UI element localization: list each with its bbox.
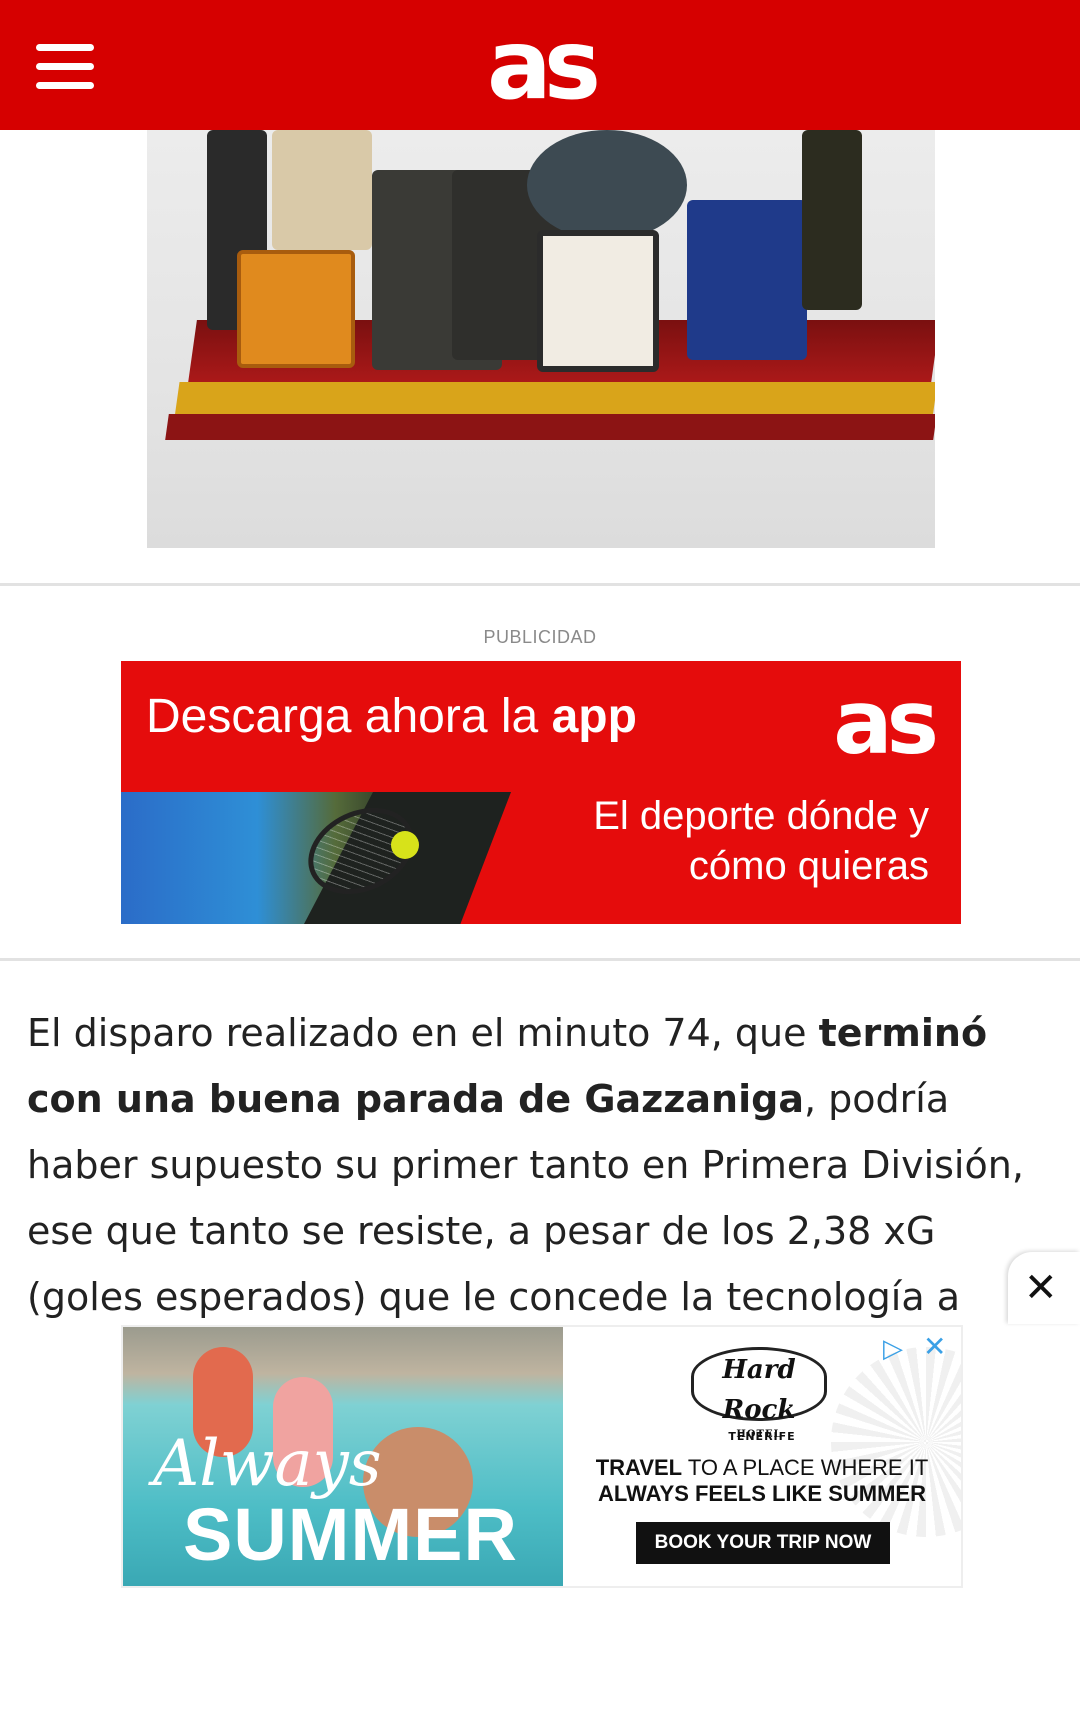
site-header: as — [0, 0, 1080, 130]
divider — [0, 958, 1080, 961]
product-cheese-box — [237, 250, 355, 368]
product-jar — [537, 230, 659, 372]
pool-photo: Always SUMMER — [123, 1327, 563, 1586]
ad-title: SUMMER — [183, 1493, 518, 1576]
banner-logo: as — [833, 671, 939, 774]
site-logo[interactable]: as — [0, 10, 1080, 120]
banner-headline: Descarga ahora la app — [146, 690, 637, 743]
banner-tagline: El deporte dónde y cómo quieras — [593, 794, 929, 888]
divider — [0, 583, 1080, 586]
product-image[interactable] — [147, 130, 935, 548]
hotel-ad[interactable]: Always SUMMER Hard Rock HOTEL TENERIFE TR… — [121, 1325, 963, 1588]
ad-label: PUBLICIDAD — [483, 627, 597, 647]
adchoices-icon[interactable]: ▷ — [883, 1335, 911, 1363]
product-oil-bottle — [802, 130, 862, 310]
close-icon: ✕ — [1024, 1265, 1058, 1311]
sticky-ad-close-button[interactable]: ✕ — [1008, 1252, 1080, 1324]
ad-script-text: Always — [153, 1427, 382, 1501]
book-trip-button[interactable]: BOOK YOUR TRIP NOW — [636, 1522, 890, 1564]
brand-logo: Hard Rock HOTEL — [691, 1347, 827, 1440]
product-pasta — [272, 130, 372, 250]
ad-info-panel: Hard Rock HOTEL TENERIFE TRAVEL TO A PLAC… — [563, 1327, 961, 1586]
product-bag — [687, 200, 807, 360]
ad-tagline: TRAVEL TO A PLACE WHERE IT ALWAYS FEELS … — [595, 1455, 929, 1506]
tennis-ball-icon — [391, 831, 419, 859]
product-cheese-wheel — [527, 130, 687, 240]
close-icon[interactable]: ✕ — [923, 1333, 951, 1361]
app-download-banner[interactable]: Descarga ahora la app as El deporte dónd… — [121, 661, 961, 924]
ad-location: TENERIFE — [728, 1430, 796, 1443]
